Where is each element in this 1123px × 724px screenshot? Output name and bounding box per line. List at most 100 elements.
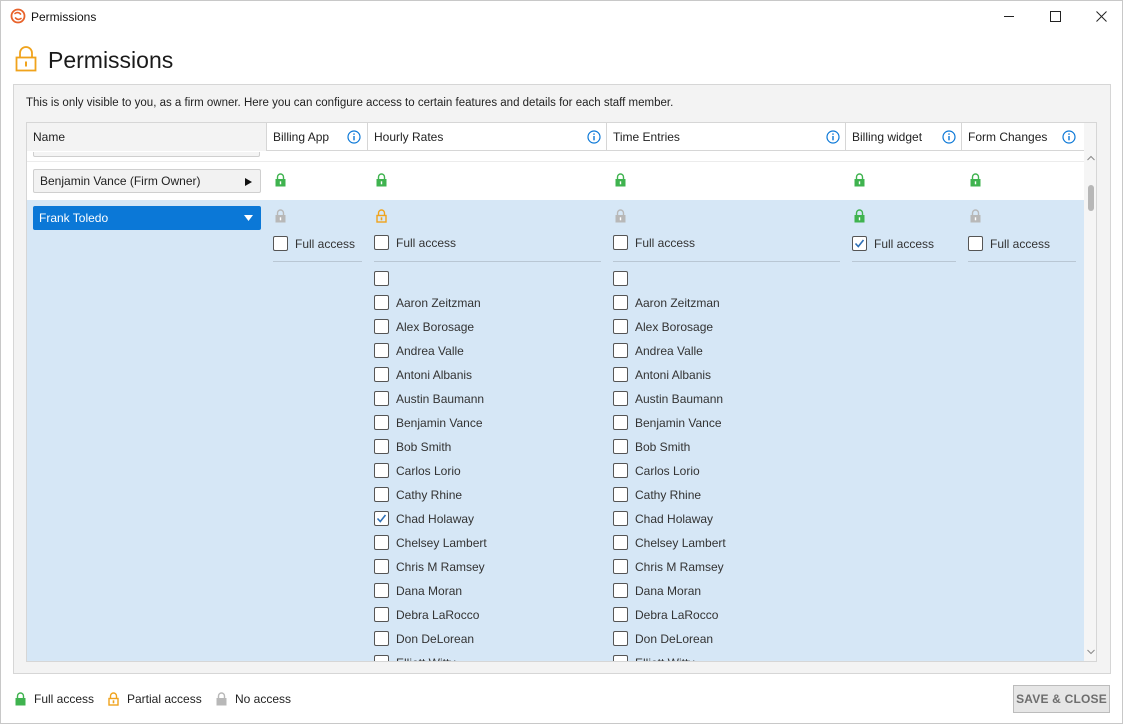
full-access-checkbox-hourly-rates[interactable] [374,235,389,250]
full-access-checkbox-time-entries[interactable] [613,235,628,250]
time-entries-staff-checkbox[interactable] [613,415,628,430]
app-logo-icon [10,8,26,24]
lock-full-icon [854,173,865,187]
time-entries-staff-checkbox[interactable] [613,319,628,334]
full-access-label: Full access [990,237,1051,251]
hourly-rates-staff-checkbox[interactable] [374,583,389,598]
time-entries-staff-checkbox[interactable] [613,535,628,550]
full-access-label: Full access [396,236,457,250]
hourly-rates-staff-label: Don DeLorean [396,632,475,646]
hourly-rates-staff-checkbox[interactable] [374,271,389,286]
time-entries-staff-label: Chris M Ramsey [635,560,724,574]
staff-name-button[interactable] [33,152,260,157]
info-icon[interactable] [942,130,956,144]
full-access-checkbox-billing-app[interactable] [273,236,288,251]
time-entries-staff-checkbox[interactable] [613,487,628,502]
hourly-rates-staff-checkbox[interactable] [374,391,389,406]
legend-no-access: No access [216,690,291,708]
scroll-down-icon[interactable] [1087,649,1095,655]
table-row-owner[interactable]: Benjamin Vance (Firm Owner) [27,162,1084,200]
checkmark-icon [376,514,387,523]
lock-partial-icon [376,209,387,223]
window-title: Permissions [31,10,97,24]
time-entries-staff-label: Dana Moran [635,584,702,598]
page-title: Permissions [48,47,174,73]
lock-full-icon [970,173,981,187]
full-access-checkbox-billing-widget[interactable] [852,236,867,251]
time-entries-staff-checkbox[interactable] [613,271,628,286]
time-entries-staff-label: Benjamin Vance [635,416,722,430]
time-entries-staff-checkbox[interactable] [613,511,628,526]
permissions-grid: Name Billing App Hourly Rates Time Entri… [26,122,1097,662]
vertical-scrollbar[interactable] [1084,123,1096,661]
lock-none-icon [216,692,227,706]
info-icon[interactable] [347,130,361,144]
hourly-rates-staff-checkbox[interactable] [374,367,389,382]
divider [273,261,362,262]
time-entries-staff-checkbox[interactable] [613,559,628,574]
time-entries-staff-checkbox[interactable] [613,655,628,661]
close-icon [1095,11,1107,22]
maximize-button[interactable] [1032,1,1078,32]
hourly-rates-staff-label: Chad Holaway [396,512,475,526]
full-access-label: Full access [874,237,935,251]
hourly-rates-staff-checkbox[interactable] [374,415,389,430]
hourly-rates-staff-label: Chris M Ramsey [396,560,485,574]
hourly-rates-staff-label: Elliott Witty [396,656,455,661]
full-access-checkbox-form-changes[interactable] [968,236,983,251]
scroll-thumb[interactable] [1088,185,1094,211]
time-entries-staff-label: Elliott Witty [635,656,694,661]
column-header-billing-app[interactable]: Billing App [267,123,368,151]
lock-full-icon [275,173,286,187]
column-header-time-entries[interactable]: Time Entries [607,123,846,151]
legend-full-access: Full access [15,690,94,708]
time-entries-staff-checkbox[interactable] [613,631,628,646]
hourly-rates-staff-checkbox[interactable] [374,511,389,526]
save-and-close-button[interactable]: SAVE & CLOSE [1013,685,1110,713]
time-entries-staff-label: Alex Borosage [635,320,714,334]
time-entries-staff-checkbox[interactable] [613,463,628,478]
full-access-label: Full access [295,237,356,251]
scroll-up-icon[interactable] [1087,155,1095,161]
time-entries-staff-checkbox[interactable] [613,391,628,406]
hourly-rates-staff-checkbox[interactable] [374,463,389,478]
hourly-rates-staff-checkbox[interactable] [374,631,389,646]
lock-full-icon [615,173,626,187]
time-entries-staff-checkbox[interactable] [613,367,628,382]
column-header-billing-widget[interactable]: Billing widget [846,123,962,151]
minimize-button[interactable] [986,1,1032,32]
staff-name-label: Benjamin Vance (Firm Owner) [40,174,201,188]
hourly-rates-staff-checkbox[interactable] [374,319,389,334]
column-header-hourly-rates[interactable]: Hourly Rates [368,123,607,151]
time-entries-staff-checkbox[interactable] [613,583,628,598]
hourly-rates-staff-checkbox[interactable] [374,535,389,550]
hourly-rates-staff-label: Alex Borosage [396,320,475,334]
hourly-rates-staff-checkbox[interactable] [374,655,389,661]
hourly-rates-staff-label: Cathy Rhine [396,488,463,502]
table-row-selected[interactable]: Frank Toledo Full access Full access Full … [27,200,1084,661]
time-entries-staff-checkbox[interactable] [613,343,628,358]
staff-name-button-selected[interactable]: Frank Toledo [33,206,261,230]
time-entries-staff-label: Debra LaRocco [635,608,719,622]
info-icon[interactable] [587,130,601,144]
hourly-rates-staff-checkbox[interactable] [374,607,389,622]
info-icon[interactable] [826,130,840,144]
column-header-name[interactable]: Name [27,123,267,151]
column-header-form-changes[interactable]: Form Changes [962,123,1084,151]
divider [852,261,956,262]
hourly-rates-staff-checkbox[interactable] [374,295,389,310]
hourly-rates-staff-checkbox[interactable] [374,343,389,358]
info-icon[interactable] [1062,130,1076,144]
lock-full-icon [854,209,865,223]
hourly-rates-staff-label: Chelsey Lambert [396,536,487,550]
close-button[interactable] [1078,1,1123,32]
hourly-rates-staff-checkbox[interactable] [374,559,389,574]
lock-none-icon [275,209,286,223]
time-entries-staff-label: Carlos Lorio [635,464,700,478]
time-entries-staff-checkbox[interactable] [613,607,628,622]
staff-name-button[interactable]: Benjamin Vance (Firm Owner) [33,169,261,193]
time-entries-staff-checkbox[interactable] [613,295,628,310]
hourly-rates-staff-checkbox[interactable] [374,439,389,454]
time-entries-staff-checkbox[interactable] [613,439,628,454]
hourly-rates-staff-checkbox[interactable] [374,487,389,502]
